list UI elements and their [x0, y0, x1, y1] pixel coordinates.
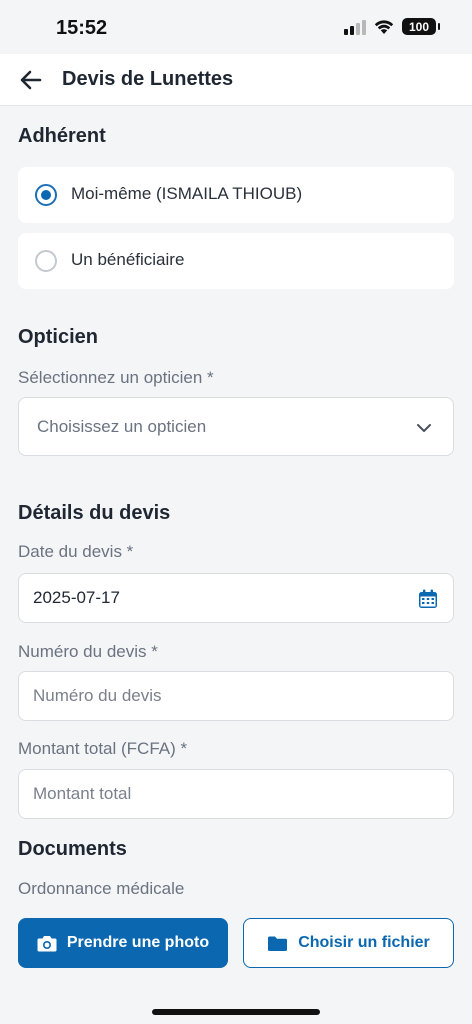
section-title-opticien: Opticien — [18, 326, 99, 348]
radio-option-beneficiary[interactable]: Un bénéficiaire — [18, 233, 454, 289]
opticien-select[interactable]: Choisissez un opticien — [18, 397, 454, 456]
radio-label-self: Moi-même (ISMAILA THIOUB) — [71, 184, 303, 203]
date-input[interactable] — [33, 574, 413, 622]
camera-icon — [37, 935, 57, 951]
calendar-icon[interactable] — [417, 588, 439, 610]
signal-icon — [344, 19, 366, 35]
radio-selected-icon[interactable] — [35, 184, 57, 206]
opticien-select-placeholder: Choisissez un opticien — [37, 417, 207, 436]
page-title: Devis de Lunettes — [62, 68, 234, 90]
opticien-label: Sélectionnez un opticien * — [18, 368, 214, 387]
take-photo-button[interactable]: Prendre une photo — [18, 918, 228, 968]
date-label: Date du devis * — [18, 542, 134, 561]
choose-file-label: Choisir un fichier — [298, 934, 430, 951]
montant-label: Montant total (FCFA) * — [18, 739, 188, 758]
folder-icon — [268, 936, 288, 951]
app-header: Devis de Lunettes — [0, 54, 472, 106]
montant-field[interactable] — [18, 769, 454, 819]
status-time: 15:52 — [56, 17, 108, 39]
radio-label-beneficiary: Un bénéficiaire — [71, 250, 185, 269]
back-arrow-icon[interactable] — [18, 67, 44, 93]
status-icons: 100 — [344, 18, 440, 35]
numero-label: Numéro du devis * — [18, 642, 158, 661]
choose-file-button[interactable]: Choisir un fichier — [243, 918, 454, 968]
home-indicator[interactable] — [152, 1009, 320, 1015]
date-field[interactable] — [18, 573, 454, 623]
section-title-documents: Documents — [18, 838, 127, 860]
ordonnance-label: Ordonnance médicale — [18, 879, 185, 898]
numero-field[interactable] — [18, 671, 454, 721]
radio-unselected-icon[interactable] — [35, 250, 57, 272]
wifi-icon — [374, 19, 394, 34]
numero-input[interactable] — [33, 672, 413, 720]
radio-option-self[interactable]: Moi-même (ISMAILA THIOUB) — [18, 167, 454, 223]
montant-input[interactable] — [33, 770, 413, 818]
battery-icon: 100 — [402, 18, 440, 35]
section-title-details: Détails du devis — [18, 502, 171, 524]
chevron-down-icon — [417, 424, 431, 432]
status-bar: 15:52 100 — [0, 0, 472, 54]
take-photo-label: Prendre une photo — [66, 934, 210, 951]
section-title-adherent: Adhérent — [18, 125, 106, 147]
